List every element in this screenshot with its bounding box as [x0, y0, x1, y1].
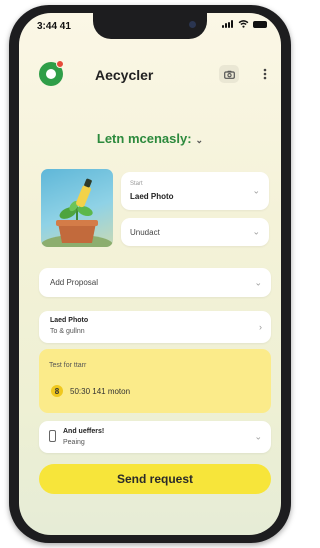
info-card-label: Test for ttarr [49, 362, 87, 369]
status-icons [222, 20, 267, 28]
signal-icon [222, 20, 234, 28]
chevron-down-icon: ⌄ [254, 277, 262, 287]
notify-subtitle: Peaing [63, 439, 85, 446]
phone-icon [49, 430, 56, 442]
photo-row-subtitle: To & gullnn [50, 328, 85, 335]
camera-icon [223, 70, 235, 79]
more-button[interactable] [255, 65, 275, 83]
notification-dot [56, 60, 64, 68]
photo-select-value: Laed Photo [130, 192, 174, 201]
notch [93, 13, 207, 39]
section-title[interactable]: Letn mcenasly: ⌄ [19, 131, 281, 146]
chevron-down-icon: ⌄ [252, 226, 260, 237]
notify-title: And ueffers! [63, 428, 105, 435]
add-proposal-label: Add Proposal [50, 278, 99, 287]
status-time: 3:44 41 [37, 21, 71, 32]
more-icon [263, 68, 267, 80]
chevron-right-icon: › [259, 322, 262, 332]
photo-row-title: Laed Photo [50, 317, 89, 324]
add-proposal-select[interactable]: Add Proposal ⌄ [39, 268, 271, 297]
chevron-down-icon: ⌄ [195, 135, 204, 145]
chevron-down-icon: ⌄ [254, 431, 262, 442]
type-select[interactable]: Unudact ⌄ [121, 218, 269, 246]
chevron-down-icon: ⌄ [252, 185, 260, 196]
plant-image [41, 178, 113, 247]
photo-row[interactable]: Laed Photo To & gullnn › [39, 311, 271, 343]
photo-select-caption: Start [130, 181, 143, 187]
front-camera [189, 21, 196, 28]
info-card: Test for ttarr 8 50:30 141 moton [39, 349, 271, 413]
wifi-icon [238, 20, 249, 28]
app-logo-icon [39, 60, 64, 86]
info-card-row: 8 50:30 141 moton [51, 385, 130, 397]
camera-button[interactable] [219, 65, 239, 83]
type-select-value: Unudact [130, 228, 160, 237]
notify-select[interactable]: And ueffers! Peaing ⌄ [39, 421, 271, 453]
send-request-button[interactable]: Send request [39, 464, 271, 494]
info-card-value: 50:30 141 moton [70, 386, 131, 396]
app-title: Aecycler [95, 67, 154, 83]
count-badge: 8 [51, 385, 63, 397]
battery-icon [253, 20, 267, 28]
item-photo[interactable] [41, 169, 113, 247]
app-screen: 3:44 41 Aecycler Letn mcenasly: ⌄ Start … [19, 13, 281, 535]
photo-select[interactable]: Start Laed Photo ⌄ [121, 172, 269, 210]
section-title-text: Letn mcenasly: [96, 131, 192, 146]
